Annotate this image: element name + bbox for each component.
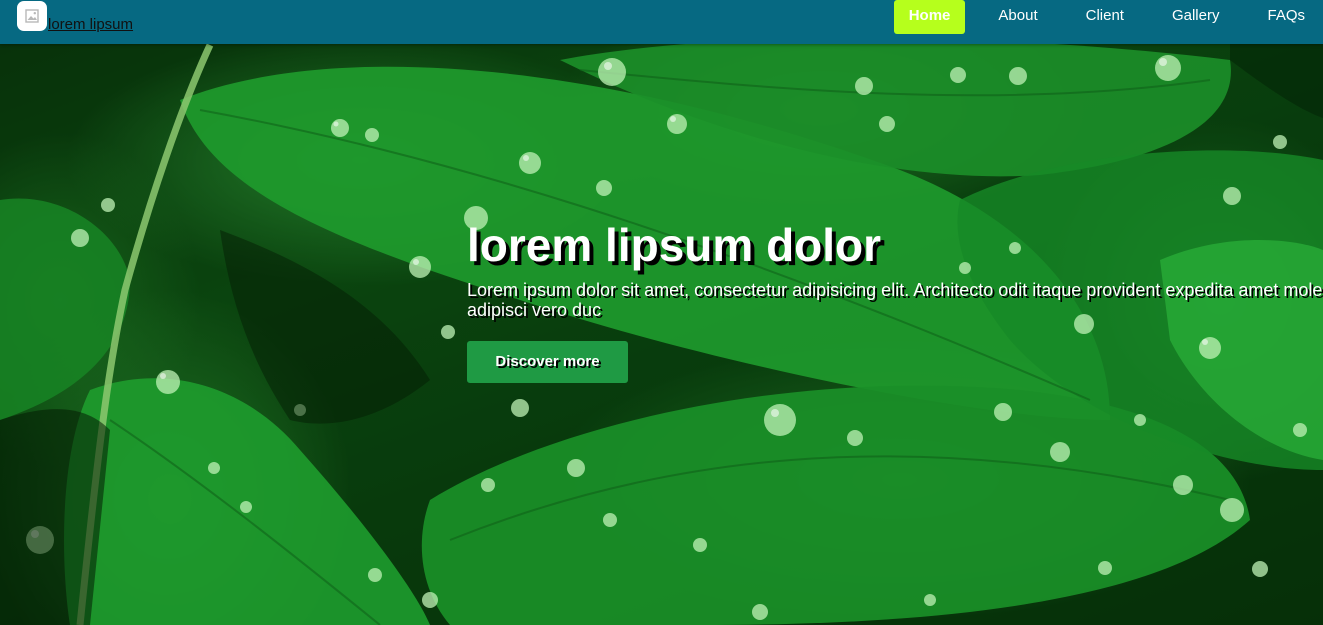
- brand-name[interactable]: lorem lipsum: [48, 16, 133, 33]
- hero-description: Lorem ipsum dolor sit amet, consectetur …: [467, 280, 1323, 320]
- discover-more-button[interactable]: Discover more: [467, 341, 628, 383]
- nav-item-faqs[interactable]: FAQs: [1252, 0, 1323, 34]
- nav-item-client[interactable]: Client: [1071, 0, 1139, 34]
- nav-item-gallery[interactable]: Gallery: [1157, 0, 1235, 34]
- hero-content: lorem lipsum dolor Lorem ipsum dolor sit…: [467, 218, 1323, 383]
- hero-title: lorem lipsum dolor: [467, 219, 882, 271]
- navbar: lorem lipsum Home About Client Gallery F…: [0, 0, 1323, 44]
- image-placeholder-icon: [17, 1, 47, 31]
- nav-item-home[interactable]: Home: [893, 0, 966, 34]
- nav-item-about[interactable]: About: [983, 0, 1052, 34]
- nav-menu: Home About Client Gallery FAQs: [876, 0, 1323, 34]
